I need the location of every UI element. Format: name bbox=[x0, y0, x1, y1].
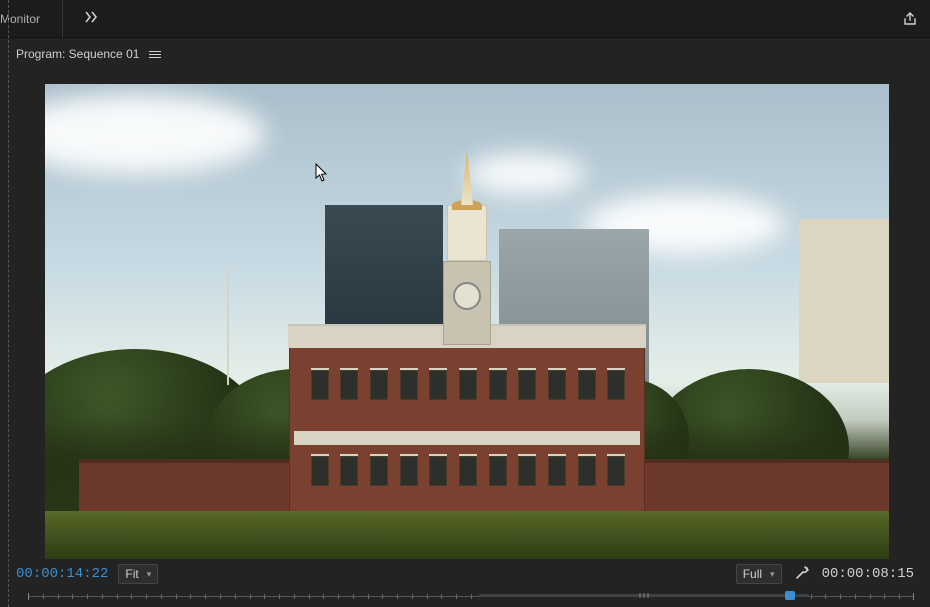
wrench-icon bbox=[794, 565, 810, 581]
playback-resolution-dropdown[interactable]: Full ▾ bbox=[736, 564, 782, 584]
video-content bbox=[45, 84, 889, 559]
program-monitor-controls: 00:00:14:22 Fit ▾ Full ▾ 00:00:08:15 bbox=[16, 563, 914, 585]
chevron-down-icon: ▾ bbox=[147, 569, 152, 580]
panel-menu-button[interactable] bbox=[149, 51, 161, 58]
export-icon bbox=[902, 11, 918, 27]
panel-tab-label[interactable]: Monitor bbox=[0, 12, 40, 26]
chevron-down-icon: ▾ bbox=[770, 569, 775, 580]
sequence-duration-timecode[interactable]: 00:00:08:15 bbox=[822, 566, 914, 582]
zoom-scroll-thumb[interactable] bbox=[785, 591, 795, 600]
program-monitor-header: Program: Sequence 01 bbox=[0, 38, 930, 70]
playhead-timecode[interactable]: 00:00:14:22 bbox=[16, 566, 108, 582]
monitor-settings-button[interactable] bbox=[792, 565, 812, 584]
zoom-level-dropdown[interactable]: Fit ▾ bbox=[118, 564, 158, 584]
zoom-scroll-track[interactable] bbox=[479, 590, 809, 601]
zoom-level-value: Fit bbox=[125, 567, 138, 581]
program-monitor-title: Program: Sequence 01 bbox=[16, 47, 139, 61]
chevrons-right-icon bbox=[85, 11, 99, 23]
time-ruler[interactable] bbox=[28, 590, 914, 606]
overflow-tabs-button[interactable] bbox=[85, 11, 99, 26]
tab-separator bbox=[62, 0, 63, 38]
export-frame-button[interactable] bbox=[902, 11, 918, 27]
video-preview-canvas[interactable] bbox=[45, 84, 889, 559]
program-monitor-viewer bbox=[0, 70, 930, 559]
playback-resolution-value: Full bbox=[743, 567, 762, 581]
workspace-tab-bar: Monitor bbox=[0, 0, 930, 38]
